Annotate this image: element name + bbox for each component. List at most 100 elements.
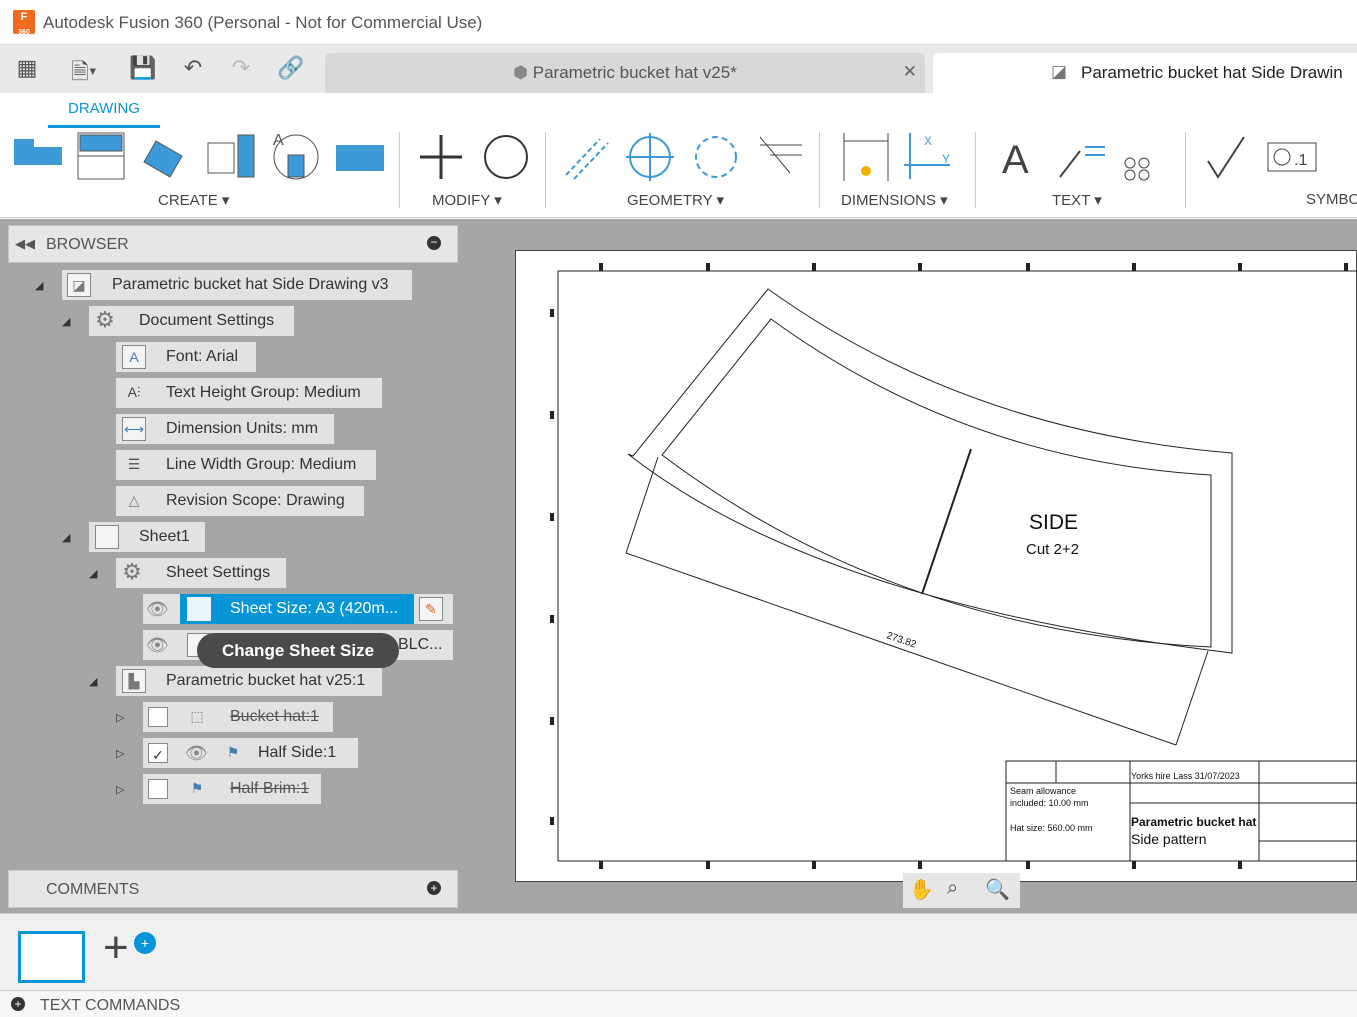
node-label: Parametric bucket hat Side Drawing v3	[112, 276, 389, 293]
comments-header[interactable]: COMMENTS +	[8, 870, 458, 908]
redo-icon[interactable]: ↷	[226, 55, 256, 81]
note-seam-value: included: 10.00 mm	[1010, 798, 1089, 808]
rotate-icon	[485, 136, 527, 178]
modify-menu[interactable]: MODIFY ▾	[432, 191, 502, 209]
symbols-menu[interactable]: SYMBO	[1306, 191, 1357, 208]
sheet1[interactable]: Sheet1	[89, 522, 205, 552]
eye-icon[interactable]: 👁	[185, 738, 208, 768]
minimize-icon[interactable]: −	[427, 236, 441, 250]
visibility-checkbox-checked[interactable]: ✓	[148, 743, 168, 763]
expand-triangle-icon[interactable]: ▷	[116, 747, 124, 760]
divider	[545, 132, 546, 208]
apps-grid-icon[interactable]: ▦	[12, 55, 42, 81]
ordinate-icon: XY	[904, 133, 950, 179]
tab-model[interactable]: ⬢ Parametric bucket hat v25* ✕	[325, 53, 925, 93]
extension-line	[1176, 651, 1208, 745]
body-icon: ⬚	[185, 705, 209, 729]
tab-label: Parametric bucket hat v25*	[533, 63, 737, 82]
font-icon: A	[122, 345, 146, 369]
zoom-window-icon[interactable]: ⌕	[947, 877, 958, 900]
node-label: Half Brim:1	[230, 780, 309, 797]
collapse-triangle-icon[interactable]: ◢	[89, 567, 97, 580]
feature-control-icon: .1	[1268, 143, 1316, 171]
projected-view-icon	[78, 133, 124, 179]
visibility-checkbox[interactable]	[148, 779, 168, 799]
tab-drawing-workspace[interactable]: DRAWING	[48, 100, 160, 128]
add-comment-icon[interactable]: +	[427, 881, 441, 895]
note-hat-size: Hat size: 560.00 mm	[1010, 823, 1093, 833]
pan-icon[interactable]: ✋	[909, 877, 934, 902]
collapse-icon[interactable]: ◀◀	[15, 236, 35, 252]
sheet-settings[interactable]: ⚙Sheet Settings	[116, 558, 286, 588]
navigation-bar: ✋ ⌕ 🔍	[903, 873, 1020, 908]
gear-icon: ⚙	[120, 561, 144, 585]
zoom-icon[interactable]: 🔍	[985, 877, 1010, 902]
eye-icon[interactable]: 👁	[146, 630, 169, 660]
svg-text:X: X	[924, 134, 932, 148]
sheet-icon	[95, 525, 119, 549]
drawing-subname: Side pattern	[1131, 831, 1207, 847]
body-node[interactable]: ⬚Bucket hat:1	[143, 702, 333, 732]
visibility-checkbox[interactable]	[148, 707, 168, 727]
body-node[interactable]: ⚑Half Brim:1	[143, 774, 321, 804]
sheet-size-setting[interactable]: 👁 Sheet Size: A3 (420m... ✎	[143, 594, 453, 624]
browser-root[interactable]: ◪ Parametric bucket hat Side Drawing v3	[62, 270, 412, 300]
node-label: Line Width Group: Medium	[166, 456, 356, 473]
inner-pattern-outline	[662, 319, 1211, 647]
window-title: Autodesk Fusion 360 (Personal - Not for …	[43, 13, 482, 33]
tooltip: Change Sheet Size	[197, 633, 399, 668]
node-label: Document Settings	[139, 312, 274, 329]
collapse-triangle-icon[interactable]: ◢	[62, 315, 70, 328]
node-label: Half Side:1	[258, 744, 336, 761]
body-node[interactable]: ✓👁⚑Half Side:1	[143, 738, 358, 768]
edit-sheet-size-icon[interactable]: ✎	[419, 597, 443, 621]
undo-icon[interactable]: ↶	[178, 55, 208, 81]
text-commands-bar[interactable]: + TEXT COMMANDS	[0, 990, 1357, 1017]
component-node[interactable]: ▙Parametric bucket hat v25:1	[116, 666, 382, 696]
file-menu-icon[interactable]: 🗎▾	[62, 55, 106, 93]
expand-triangle-icon[interactable]: ▷	[116, 711, 124, 724]
document-settings[interactable]: ⚙Document Settings	[89, 306, 294, 336]
geometry-menu[interactable]: GEOMETRY ▾	[627, 191, 724, 209]
surface-texture-icon	[1208, 137, 1244, 177]
setting-text-height[interactable]: A⫶Text Height Group: Medium	[116, 378, 382, 408]
dimensions-menu[interactable]: DIMENSIONS ▾	[841, 191, 948, 209]
setting-dimension-units[interactable]: ⟷Dimension Units: mm	[116, 414, 334, 444]
text-menu[interactable]: TEXT ▾	[1052, 191, 1102, 209]
sheet-bar: + +	[0, 913, 1357, 990]
drawing-sheet[interactable]: SIDE Cut 2+2 273.82 Yorks hire Lass 31/0…	[515, 250, 1357, 882]
ribbon-icons: A XY A .1	[0, 125, 1357, 190]
node-label: Text Height Group: Medium	[166, 384, 361, 401]
sheet-thumbnail[interactable]	[18, 931, 85, 983]
browser-header[interactable]: ◀◀ BROWSER −	[8, 225, 458, 263]
collapse-triangle-icon[interactable]: ◢	[35, 279, 43, 292]
add-sheet-icon[interactable]: +	[103, 926, 129, 970]
divider	[975, 132, 976, 208]
setting-font[interactable]: AFont: Arial	[116, 342, 256, 372]
sheet-icon	[187, 597, 211, 621]
expand-triangle-icon[interactable]: ▷	[116, 783, 124, 796]
section-view-icon	[144, 141, 182, 177]
add-badge-icon: +	[134, 932, 156, 954]
link-icon[interactable]: 🔗	[276, 55, 306, 81]
save-icon[interactable]: 💾	[128, 55, 158, 81]
drawing-name: Parametric bucket hat	[1131, 815, 1256, 829]
setting-revision-scope[interactable]: △Revision Scope: Drawing	[116, 486, 364, 516]
setting-line-width[interactable]: ☰ Line Width Group: Medium	[116, 450, 376, 480]
create-menu[interactable]: CREATE ▾	[158, 191, 229, 209]
node-label: Sheet Size: A3 (420m...	[230, 600, 398, 617]
text-icon: A	[1002, 138, 1029, 182]
grain-line	[922, 449, 971, 594]
svg-text:Y: Y	[942, 152, 950, 166]
drawing-icon: ◪	[67, 273, 91, 297]
close-tab-icon[interactable]: ✕	[903, 62, 917, 82]
drawing-geometry	[516, 251, 1357, 883]
tab-drawing[interactable]: ◪ Parametric bucket hat Side Drawin	[933, 53, 1357, 93]
line-width-icon: ☰	[122, 453, 146, 477]
collapse-triangle-icon[interactable]: ◢	[62, 531, 70, 544]
expand-icon[interactable]: +	[11, 997, 25, 1011]
eye-icon[interactable]: 👁	[146, 594, 169, 624]
component-icon: ▙	[122, 669, 146, 693]
component-icon: ⬢	[513, 63, 533, 82]
collapse-triangle-icon[interactable]: ◢	[89, 675, 97, 688]
